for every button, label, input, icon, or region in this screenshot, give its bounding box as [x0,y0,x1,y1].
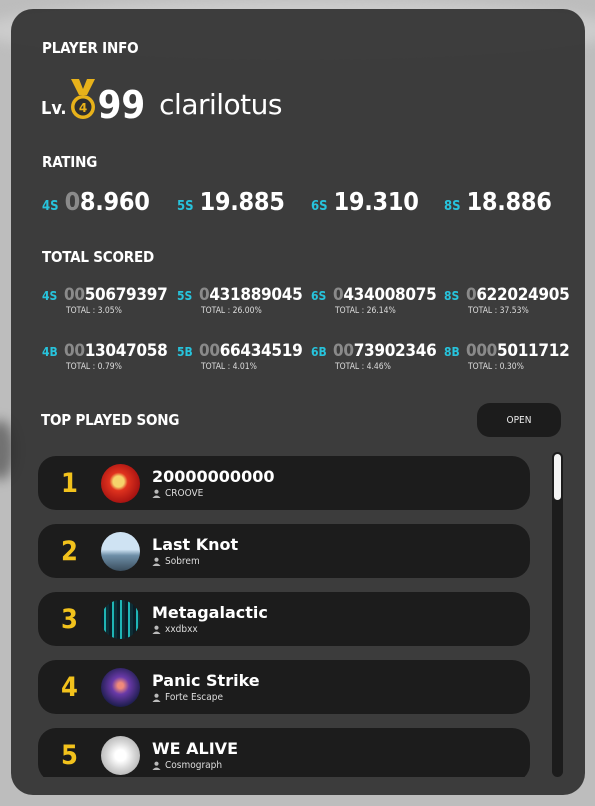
song-artist: xxdbxx [165,624,198,635]
person-icon [152,761,161,770]
total-scored-title: TOTAL SCORED [42,248,154,266]
score-value: 73902346 [353,341,437,361]
song-rank: 2 [61,535,78,567]
song-title: 20000000000 [152,467,275,486]
rating-key: 8S [444,199,461,214]
song-list-scrollbar[interactable] [552,452,563,777]
song-jacket [101,531,140,571]
song-rank: 5 [61,739,78,771]
score-total: TOTAL : 0.79% [66,362,122,372]
person-icon [152,693,161,702]
score-6s: 6S 0 434008075 TOTAL : 26.14% [311,285,445,316]
score-value: 66434519 [219,341,303,361]
rating-value: 18.886 [466,187,552,216]
medal-icon: 4 [70,79,95,119]
song-artist: Sobrem [165,556,200,567]
rating-key: 5S [177,199,194,214]
player-name: clarilotus [159,88,282,121]
score-value: 13047058 [84,341,168,361]
score-8b: 8B 000 5011712 TOTAL : 0.30% [444,341,578,372]
score-key: 8S [444,289,460,303]
score-prefix: 00 [333,341,354,361]
song-rank: 1 [61,467,78,499]
song-row[interactable]: 5 WE ALIVE Cosmograph [38,728,530,777]
score-key: 4S [42,289,58,303]
song-list[interactable]: 1 20000000000 CROOVE 2 Last Knot Sobrem … [38,456,530,777]
song-artist: Cosmograph [165,760,223,771]
rating-4s: 4S 0 8.960 [42,187,150,216]
top-played-title: TOP PLAYED SONG [41,411,180,429]
scrollbar-thumb[interactable] [554,454,561,500]
score-5s: 5S 0 431889045 TOTAL : 26.00% [177,285,311,316]
song-title: Metagalactic [152,603,268,622]
score-total: TOTAL : 0.30% [468,362,524,372]
score-8s: 8S 0 622024905 TOTAL : 37.53% [444,285,578,316]
rating-prefix: 0 [64,187,81,216]
score-key: 5S [177,289,193,303]
score-prefix: 00 [64,285,85,305]
score-total: TOTAL : 4.01% [201,362,257,372]
score-6b: 6B 00 73902346 TOTAL : 4.46% [311,341,445,372]
score-total: TOTAL : 26.00% [201,306,262,316]
song-artist: Forte Escape [165,692,224,703]
song-row[interactable]: 2 Last Knot Sobrem [38,524,530,578]
score-key: 6B [311,345,327,359]
rating-value: 8.960 [79,187,150,216]
rating-6s: 6S 19.310 [311,187,419,216]
person-icon [152,557,161,566]
score-total: TOTAL : 3.05% [66,306,122,316]
rating-8s: 8S 18.886 [444,187,552,216]
score-key: 4B [42,345,58,359]
score-key: 6S [311,289,327,303]
score-value: 5011712 [497,341,570,361]
player-info-title: PLAYER INFO [42,39,139,57]
rating-value: 19.310 [333,187,419,216]
person-icon [152,489,161,498]
score-prefix: 00 [199,341,220,361]
score-value: 622024905 [476,285,570,305]
score-prefix: 000 [466,341,498,361]
level-value: 99 [97,83,146,127]
song-jacket [101,463,140,503]
song-row[interactable]: 3 Metagalactic xxdbxx [38,592,530,646]
song-title: WE ALIVE [152,739,238,758]
score-total: TOTAL : 37.53% [468,306,529,316]
song-title: Panic Strike [152,671,260,690]
score-4s: 4S 00 50679397 TOTAL : 3.05% [42,285,176,316]
score-key: 8B [444,345,460,359]
svg-text:4: 4 [78,101,86,115]
rating-key: 4S [42,199,59,214]
score-total: TOTAL : 4.46% [335,362,391,372]
level-row: Lv. 4 99 clarilotus [41,75,282,125]
player-info-panel: PLAYER INFO Lv. 4 99 clarilotus RATING 4… [11,9,585,795]
score-5b: 5B 00 66434519 TOTAL : 4.01% [177,341,311,372]
song-artist: CROOVE [165,488,204,499]
person-icon [152,625,161,634]
song-title: Last Knot [152,535,239,554]
rating-key: 6S [311,199,328,214]
song-row[interactable]: 4 Panic Strike Forte Escape [38,660,530,714]
song-jacket [101,667,140,707]
rating-5s: 5S 19.885 [177,187,285,216]
song-jacket [101,599,140,639]
song-jacket [101,735,140,775]
song-rank: 3 [61,603,78,635]
score-prefix: 0 [466,285,477,305]
score-value: 431889045 [209,285,303,305]
score-prefix: 0 [199,285,210,305]
rating-title: RATING [42,153,98,171]
open-button[interactable]: OPEN [477,403,561,437]
song-rank: 4 [61,671,78,703]
score-prefix: 0 [333,285,344,305]
song-row[interactable]: 1 20000000000 CROOVE [38,456,530,510]
rating-value: 19.885 [199,187,285,216]
score-value: 434008075 [343,285,437,305]
score-value: 50679397 [84,285,168,305]
score-4b: 4B 00 13047058 TOTAL : 0.79% [42,341,176,372]
score-total: TOTAL : 26.14% [335,306,396,316]
level-label: Lv. [41,98,67,119]
score-prefix: 00 [64,341,85,361]
score-key: 5B [177,345,193,359]
